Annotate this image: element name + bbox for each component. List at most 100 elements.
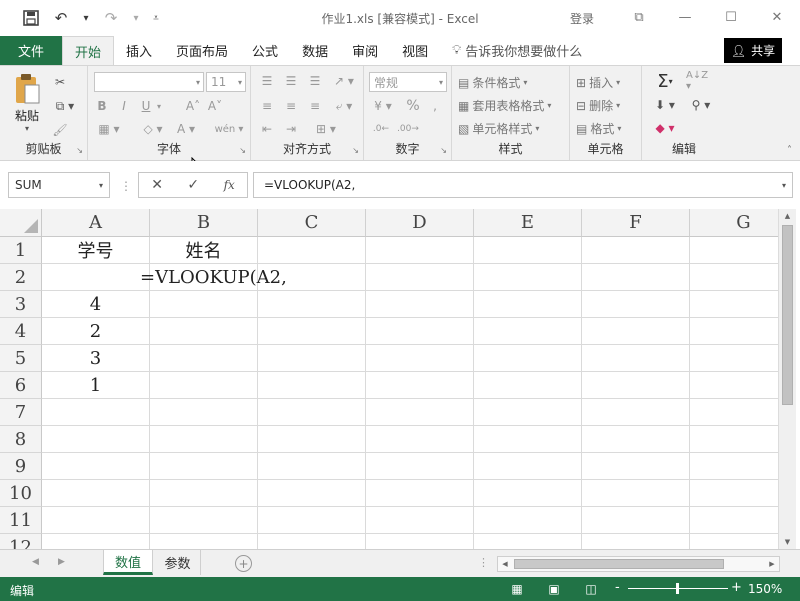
grid-cell[interactable] <box>366 345 474 372</box>
cancel-entry-icon[interactable]: ✕ <box>151 177 163 193</box>
autosum-icon[interactable]: Σ ▾ <box>650 71 680 92</box>
name-box-dropdown-icon[interactable]: ▾ <box>99 181 103 190</box>
undo-dropdown-icon[interactable]: ▾ <box>80 8 92 28</box>
split-grip-icon[interactable]: ⋮ <box>478 556 489 569</box>
column-header-e[interactable]: E <box>474 209 582 237</box>
grid-cell[interactable] <box>582 237 690 264</box>
maximize-icon[interactable]: ☐ <box>708 0 754 34</box>
cell-a3[interactable]: 4 <box>42 291 150 318</box>
grid-cell[interactable] <box>366 291 474 318</box>
align-bottom-icon[interactable]: ☰ <box>305 72 325 90</box>
grid-cell[interactable] <box>690 426 778 453</box>
grid-cell[interactable] <box>366 453 474 480</box>
name-box[interactable]: SUM ▾ <box>8 172 110 198</box>
grid-cell[interactable] <box>582 507 690 534</box>
cell-styles-button[interactable]: ▧ 单元格样式 ▾ <box>458 120 539 137</box>
grid-cell[interactable] <box>150 318 258 345</box>
grid-cell[interactable] <box>690 480 778 507</box>
row-header-2[interactable]: 2 <box>0 264 42 291</box>
orientation-icon[interactable]: ↗ ▾ <box>329 72 359 90</box>
normal-view-icon[interactable]: ▦ <box>508 580 526 597</box>
grid-cell[interactable] <box>690 507 778 534</box>
align-left-icon[interactable]: ≡ <box>257 97 277 115</box>
row-header-9[interactable]: 9 <box>0 453 42 480</box>
grid-cell[interactable] <box>690 237 778 264</box>
grid-cell[interactable] <box>366 372 474 399</box>
insert-cells-button[interactable]: ⊞ 插入 ▾ <box>576 74 620 91</box>
decrease-decimal-icon[interactable]: .00→ <box>396 120 420 138</box>
font-launcher-icon[interactable]: ↘ <box>239 146 246 155</box>
tab-review[interactable]: 审阅 <box>340 36 390 65</box>
row-header-3[interactable]: 3 <box>0 291 42 318</box>
sheet-tab-params[interactable]: 参数 <box>155 550 201 575</box>
ribbon-display-icon[interactable]: ⧉ <box>616 0 662 34</box>
grid-cell[interactable] <box>474 507 582 534</box>
grid-cell[interactable] <box>474 237 582 264</box>
clear-icon[interactable]: ◆ ▾ <box>650 118 680 138</box>
row-header-11[interactable]: 11 <box>0 507 42 534</box>
column-header-d[interactable]: D <box>366 209 474 237</box>
scroll-right-icon[interactable]: ▶ <box>765 557 779 571</box>
grid-cell[interactable] <box>42 507 150 534</box>
format-as-table-button[interactable]: ▦ 套用表格格式 ▾ <box>458 97 551 114</box>
row-header-1[interactable]: 1 <box>0 237 42 264</box>
font-color-icon[interactable]: A ▾ <box>174 120 198 138</box>
sheet-prev-icon[interactable]: ◀ <box>32 557 39 567</box>
grid-cell[interactable] <box>690 291 778 318</box>
grid-cell[interactable] <box>474 399 582 426</box>
page-break-view-icon[interactable]: ◫ <box>582 580 600 597</box>
align-top-icon[interactable]: ☰ <box>257 72 277 90</box>
cell-a5[interactable]: 3 <box>42 345 150 372</box>
row-header-7[interactable]: 7 <box>0 399 42 426</box>
tab-file[interactable]: 文件 <box>0 36 62 65</box>
add-sheet-icon[interactable]: + <box>235 555 252 572</box>
row-header-4[interactable]: 4 <box>0 318 42 345</box>
borders-icon[interactable]: ▦ ▾ <box>94 120 124 138</box>
scroll-up-icon[interactable]: ▲ <box>779 209 796 223</box>
zoom-slider-thumb[interactable] <box>676 583 679 594</box>
vertical-scroll-thumb[interactable] <box>782 225 793 405</box>
grid-cell[interactable] <box>258 237 366 264</box>
grid-cell[interactable] <box>474 426 582 453</box>
zoom-level[interactable]: 150% <box>748 582 782 596</box>
redo-dropdown-icon[interactable]: ▾ <box>130 8 142 28</box>
customize-qat-icon[interactable]: ⩡ <box>150 8 162 28</box>
grid-cell[interactable] <box>258 507 366 534</box>
cell-a2[interactable] <box>42 264 150 291</box>
accounting-icon[interactable]: ¥ ▾ <box>369 97 397 115</box>
column-header-f[interactable]: F <box>582 209 690 237</box>
increase-font-icon[interactable]: A˄ <box>184 97 202 115</box>
grid-cell[interactable] <box>690 399 778 426</box>
horizontal-scrollbar[interactable]: ◀ ▶ <box>497 556 780 572</box>
column-header-c[interactable]: C <box>258 209 366 237</box>
find-select-icon[interactable]: ⚲ ▾ <box>686 95 716 115</box>
row-header-8[interactable]: 8 <box>0 426 42 453</box>
increase-decimal-icon[interactable]: .0← <box>369 120 393 138</box>
grid-cell[interactable] <box>582 426 690 453</box>
formula-input[interactable]: =VLOOKUP(A2, ▾ <box>253 172 793 198</box>
share-button[interactable]: 👤︎ 共享 <box>724 38 782 63</box>
underline-dropdown-icon[interactable]: ▾ <box>154 97 164 115</box>
grid-cell[interactable] <box>690 372 778 399</box>
grid-cell[interactable] <box>474 318 582 345</box>
sheet-next-icon[interactable]: ▶ <box>58 557 65 567</box>
grid-cell[interactable] <box>258 318 366 345</box>
zoom-out-button[interactable]: - <box>615 580 620 595</box>
collapse-ribbon-icon[interactable]: ˄ <box>787 145 792 156</box>
comma-style-icon[interactable]: , <box>426 97 444 115</box>
select-all-button[interactable] <box>0 209 42 237</box>
tab-data[interactable]: 数据 <box>290 36 340 65</box>
fill-color-icon[interactable]: ◇ ▾ <box>138 120 168 138</box>
cell-b2-editing[interactable]: =VLOOKUP(A2, <box>140 264 300 291</box>
format-painter-icon[interactable]: 🖌︎ <box>50 120 70 140</box>
grid-cell[interactable] <box>474 480 582 507</box>
grid-cell[interactable] <box>582 399 690 426</box>
tab-insert[interactable]: 插入 <box>114 36 164 65</box>
paste-button[interactable]: 粘贴 ▾ <box>10 72 44 134</box>
decrease-indent-icon[interactable]: ⇤ <box>257 120 277 138</box>
grid-cell[interactable] <box>258 534 366 549</box>
grid-cell[interactable] <box>258 399 366 426</box>
grid-cell[interactable] <box>258 372 366 399</box>
alignment-launcher-icon[interactable]: ↘ <box>352 146 359 155</box>
cut-icon[interactable]: ✂ <box>50 72 70 92</box>
